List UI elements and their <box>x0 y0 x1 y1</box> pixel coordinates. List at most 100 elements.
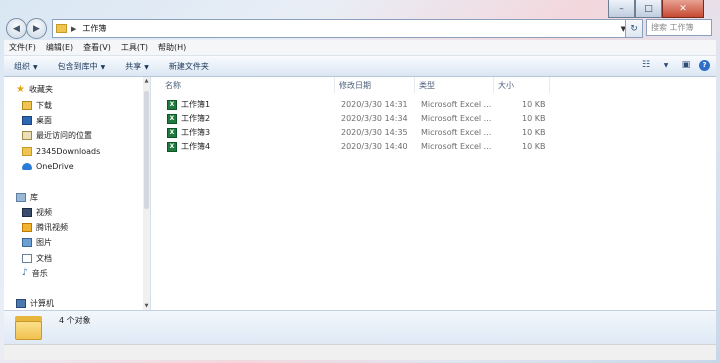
music-note-icon: ♪ <box>22 268 28 278</box>
new-folder-button[interactable]: 新建文件夹 <box>159 61 219 72</box>
menu-bar: 文件(F) 编辑(E) 查看(V) 工具(T) 帮助(H) <box>4 40 716 56</box>
item-count: 4 个对象 <box>59 316 91 325</box>
nav-item-videos[interactable]: 视频 <box>22 206 52 219</box>
breadcrumb-current[interactable]: 工作簿 <box>82 23 106 34</box>
nav-item-label: 文档 <box>36 254 52 263</box>
nav-item-label: 下载 <box>36 101 52 110</box>
pictures-icon <box>22 238 32 247</box>
file-modified: 2020/3/30 14:40 <box>341 142 408 151</box>
nav-scrollbar[interactable]: ▲ ▼ <box>143 77 150 310</box>
back-button[interactable]: ◀ <box>6 18 27 39</box>
help-icon[interactable]: ? <box>699 59 710 71</box>
refresh-button[interactable]: ↻ <box>625 19 643 38</box>
file-size: 10 KB <box>522 128 546 137</box>
menu-view[interactable]: 查看(V) <box>78 42 116 53</box>
file-type: Microsoft Excel ... <box>421 128 492 137</box>
nav-item-onedrive[interactable]: OneDrive <box>22 160 74 173</box>
nav-item-label: 图片 <box>36 238 52 247</box>
documents-icon <box>22 254 32 263</box>
scroll-up-icon[interactable]: ▲ <box>143 78 150 84</box>
window-controls: – □ ✕ <box>608 0 704 18</box>
view-options-dropdown-icon[interactable]: ▼ <box>659 58 673 72</box>
new-folder-label: 新建文件夹 <box>168 61 209 71</box>
search-placeholder: 搜索 工作簿 <box>651 23 694 32</box>
file-row[interactable]: X 工作簿1 2020/3/30 14:31 Microsoft Excel ..… <box>151 98 716 111</box>
nav-item-label: 腾讯视频 <box>36 223 68 232</box>
menu-file[interactable]: 文件(F) <box>4 42 41 53</box>
file-name-cell[interactable]: X 工作簿1 <box>167 98 210 111</box>
navigation-pane: ★ 收藏夹 下载 桌面 最近访问的位置 2345Downloads OneDriv… <box>4 77 151 310</box>
chevron-down-icon: ▼ <box>100 63 106 71</box>
excel-icon: X <box>167 99 177 110</box>
details-pane: 4 个对象 <box>4 310 716 344</box>
address-row: ◀ ▶ ▶ 工作簿 ▼ ↻ 搜索 工作簿 <box>4 17 716 39</box>
chevron-down-icon: ▼ <box>144 63 149 71</box>
file-size: 10 KB <box>522 100 546 109</box>
change-view-icon[interactable]: ☷ <box>639 58 653 72</box>
nav-favorites[interactable]: ★ 收藏夹 <box>16 83 53 96</box>
column-header-size[interactable]: 大小 <box>494 77 550 93</box>
share-label: 共享 <box>125 61 142 71</box>
preview-pane-icon[interactable]: ▣ <box>679 58 693 72</box>
file-name-cell[interactable]: X 工作簿2 <box>167 112 210 125</box>
file-name-cell[interactable]: X 工作簿3 <box>167 126 210 139</box>
file-row[interactable]: X 工作簿2 2020/3/30 14:34 Microsoft Excel ..… <box>151 112 716 125</box>
forward-button[interactable]: ▶ <box>26 18 47 39</box>
column-header-modified[interactable]: 修改日期 <box>335 77 415 93</box>
recent-places-icon <box>22 131 32 140</box>
close-button[interactable]: ✕ <box>662 0 704 18</box>
file-name: 工作簿3 <box>181 128 211 137</box>
nav-item-label: 最近访问的位置 <box>36 131 92 140</box>
search-input[interactable]: 搜索 工作簿 <box>646 19 712 36</box>
nav-item-2345downloads[interactable]: 2345Downloads <box>22 145 100 158</box>
file-row[interactable]: X 工作簿3 2020/3/30 14:35 Microsoft Excel ..… <box>151 126 716 139</box>
minimize-button[interactable]: – <box>608 0 635 18</box>
column-header-name[interactable]: 名称 <box>161 77 335 93</box>
command-bar: 组织 ▼ 包含到库中 ▼ 共享 ▼ 新建文件夹 ☷ ▼ ▣ ? <box>4 56 716 77</box>
folder-icon <box>22 147 32 156</box>
column-header-type[interactable]: 类型 <box>415 77 494 93</box>
file-row[interactable]: X 工作簿4 2020/3/30 14:40 Microsoft Excel ..… <box>151 140 716 153</box>
nav-item-pictures[interactable]: 图片 <box>22 236 52 249</box>
status-bar <box>4 344 716 360</box>
nav-item-label: 视频 <box>36 208 52 217</box>
file-list: 名称 修改日期 类型 大小 X 工作簿1 2020/3/30 14:31 Micr… <box>151 77 716 310</box>
nav-item-downloads[interactable]: 下载 <box>22 99 52 112</box>
menu-help[interactable]: 帮助(H) <box>153 42 191 53</box>
file-type: Microsoft Excel ... <box>421 142 492 151</box>
nav-computer-label: 计算机 <box>30 299 54 308</box>
explorer-window: – □ ✕ ◀ ▶ ▶ 工作簿 ▼ ↻ 搜索 工作簿 文件(F) 编辑(E) 查… <box>4 0 716 360</box>
nav-item-label: 2345Downloads <box>36 147 101 156</box>
tencent-video-icon <box>22 223 32 232</box>
menu-tools[interactable]: 工具(T) <box>116 42 153 53</box>
organize-button[interactable]: 组织 ▼ <box>4 61 48 72</box>
nav-item-documents[interactable]: 文档 <box>22 252 52 265</box>
file-name: 工作簿2 <box>181 114 211 123</box>
file-type: Microsoft Excel ... <box>421 100 492 109</box>
scroll-thumb[interactable] <box>144 91 149 209</box>
file-modified: 2020/3/30 14:35 <box>341 128 408 137</box>
maximize-button[interactable]: □ <box>635 0 662 18</box>
library-icon <box>16 193 26 202</box>
nav-favorites-label: 收藏夹 <box>28 85 53 94</box>
nav-item-music[interactable]: ♪ 音乐 <box>22 267 48 280</box>
file-name: 工作簿1 <box>181 100 211 109</box>
include-in-library-button[interactable]: 包含到库中 ▼ <box>48 61 116 72</box>
file-name-cell[interactable]: X 工作簿4 <box>167 140 210 153</box>
address-bar[interactable]: ▶ 工作簿 ▼ <box>52 19 630 38</box>
nav-libraries-label: 库 <box>30 193 38 202</box>
nav-computer[interactable]: 计算机 <box>16 297 54 310</box>
share-button[interactable]: 共享 ▼ <box>115 61 159 72</box>
excel-icon: X <box>167 127 177 138</box>
nav-item-tencent-video[interactable]: 腾讯视频 <box>22 221 68 234</box>
menu-edit[interactable]: 编辑(E) <box>41 42 78 53</box>
nav-libraries[interactable]: 库 <box>16 191 38 204</box>
file-name: 工作簿4 <box>181 142 211 151</box>
chevron-down-icon: ▼ <box>33 63 38 71</box>
nav-item-desktop[interactable]: 桌面 <box>22 114 52 127</box>
folder-icon <box>15 314 42 340</box>
scroll-down-icon[interactable]: ▼ <box>143 303 150 309</box>
file-modified: 2020/3/30 14:31 <box>341 100 408 109</box>
nav-item-recent-places[interactable]: 最近访问的位置 <box>22 129 92 142</box>
file-type: Microsoft Excel ... <box>421 114 492 123</box>
